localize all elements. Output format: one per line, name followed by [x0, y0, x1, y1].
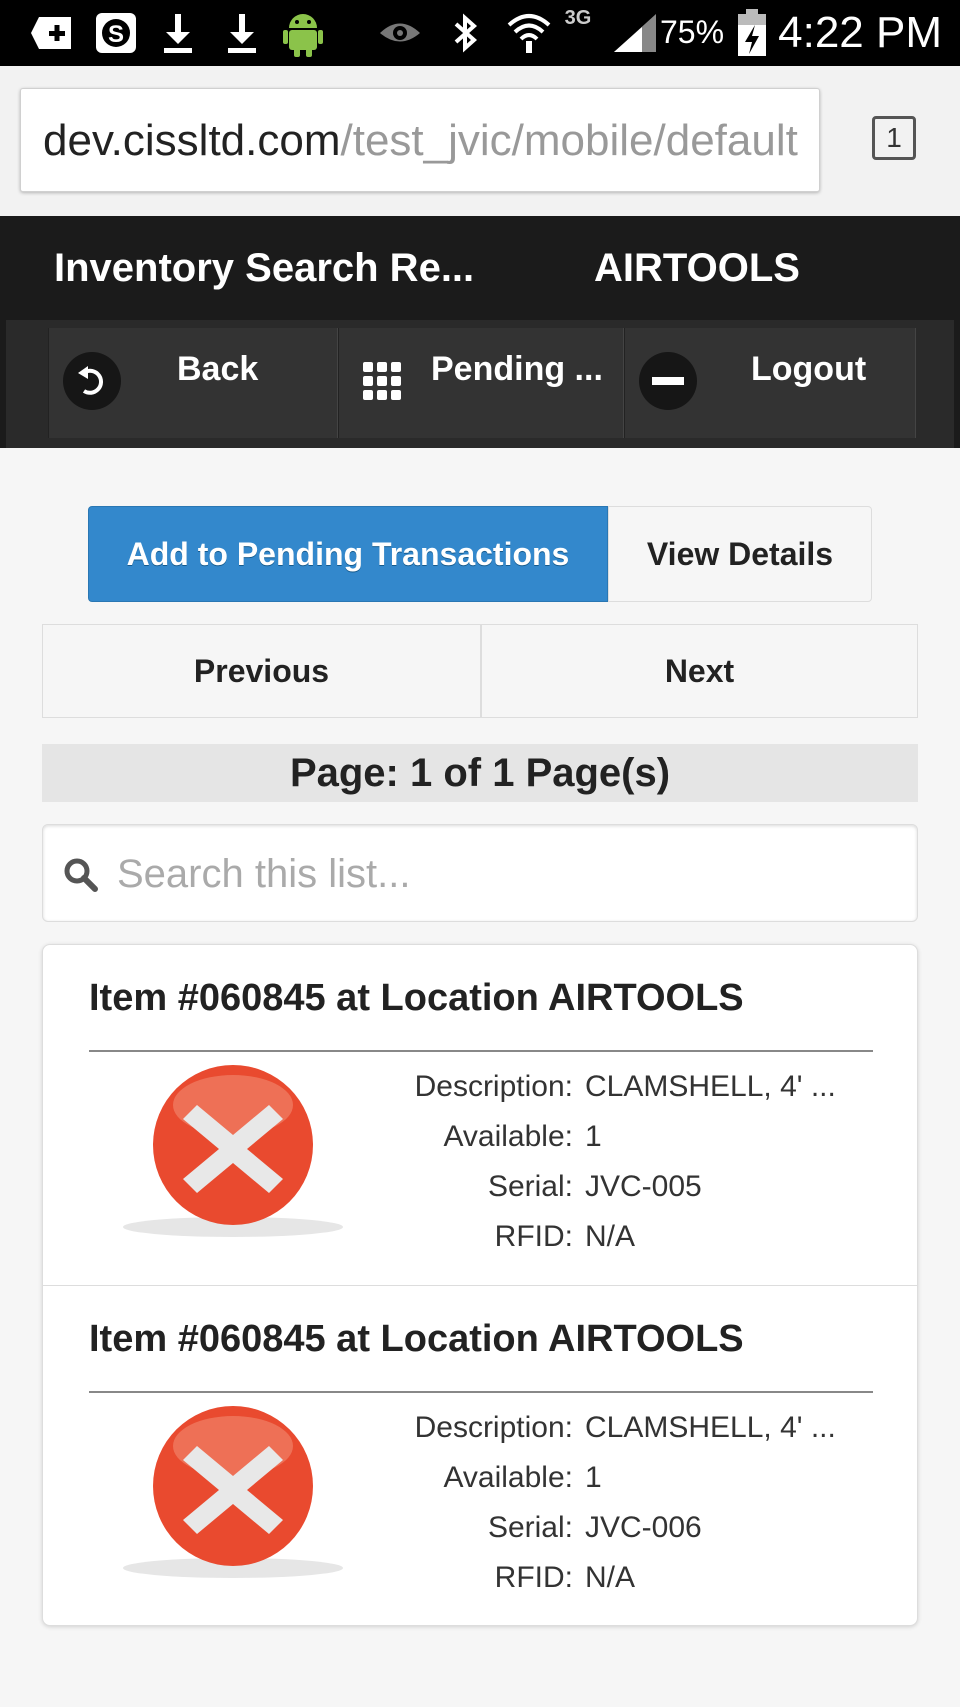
grid-icon [353, 352, 411, 410]
description-label: Description: [414, 1070, 573, 1103]
view-details-button[interactable]: View Details [608, 506, 872, 602]
results-list: Item #060845 at Location AIRTOOLS Descri… [42, 944, 918, 1626]
svg-text:S: S [108, 21, 124, 48]
search-icon [64, 858, 98, 892]
battery-percent: 75% [660, 14, 725, 50]
download-icon [222, 8, 262, 58]
add-icon [28, 8, 76, 58]
search-box [42, 824, 918, 922]
list-item[interactable]: Item #060845 at Location AIRTOOLS Descri… [43, 1286, 917, 1625]
available-value: 1 [585, 1461, 602, 1494]
list-item[interactable]: Item #060845 at Location AIRTOOLS Descri… [43, 945, 917, 1286]
rfid-label: RFID: [494, 1561, 573, 1594]
item-title: Item #060845 at Location AIRTOOLS [89, 977, 744, 1019]
item-fields: Description: CLAMSHELL, 4' ... Available:… [373, 1070, 893, 1270]
logout-label: Logout [751, 350, 867, 388]
download-icon [158, 8, 198, 58]
rfid-value: N/A [585, 1220, 636, 1253]
wifi-icon [503, 8, 555, 58]
available-value: 1 [585, 1120, 602, 1153]
red-x-icon [123, 1065, 343, 1237]
logout-button[interactable]: Logout [624, 328, 916, 438]
nav-bar: Back Pending ... Logout [6, 320, 954, 448]
battery-charging-icon [732, 8, 772, 58]
item-title: Item #060845 at Location AIRTOOLS [89, 1318, 744, 1360]
browser-toolbar: dev.cissltd.com/test_jvic/mobile/default… [0, 66, 960, 216]
serial-label: Serial: [487, 1511, 573, 1544]
app-header: Inventory Search Re... AIRTOOLS Back Pen… [0, 216, 960, 448]
next-button[interactable]: Next [481, 624, 918, 718]
network-type: 3G [564, 6, 592, 29]
pending-button[interactable]: Pending ... [338, 328, 624, 438]
rfid-label: RFID: [494, 1220, 573, 1253]
page-indicator: Page: 1 of 1 Page(s) [42, 744, 918, 802]
serial-value: JVC-006 [585, 1511, 702, 1544]
minus-icon [639, 352, 697, 410]
previous-button[interactable]: Previous [42, 624, 481, 718]
rfid-value: N/A [585, 1561, 636, 1594]
divider [89, 1391, 873, 1393]
description-value: CLAMSHELL, 4' ... [585, 1070, 836, 1103]
description-value: CLAMSHELL, 4' ... [585, 1411, 836, 1444]
status-bar: S 3G 75% 4:22 PM [0, 0, 960, 66]
url-host: dev.cissltd.com [43, 116, 341, 165]
item-fields: Description: CLAMSHELL, 4' ... Available:… [373, 1411, 893, 1611]
description-label: Description: [414, 1411, 573, 1444]
item-actions: Add to Pending Transactions View Details [88, 506, 872, 602]
clock: 4:22 PM [778, 8, 942, 57]
available-label: Available: [443, 1461, 573, 1494]
available-label: Available: [443, 1120, 573, 1153]
serial-value: JVC-005 [585, 1170, 702, 1203]
url-path: /test_jvic/mobile/default [340, 116, 798, 165]
page-title: Inventory Search Re... [54, 246, 475, 290]
skype-icon: S [92, 8, 140, 58]
back-button[interactable]: Back [48, 328, 338, 438]
pager: Previous Next [42, 624, 918, 718]
add-to-pending-button[interactable]: Add to Pending Transactions [88, 506, 608, 602]
divider [89, 1050, 873, 1052]
pending-label: Pending ... [431, 350, 603, 388]
back-arrow-icon [63, 352, 121, 410]
signal-icon [610, 8, 660, 58]
search-input[interactable] [115, 835, 899, 913]
android-icon [278, 8, 328, 58]
eye-icon [376, 8, 424, 58]
serial-label: Serial: [487, 1170, 573, 1203]
tab-switcher-button[interactable]: 1 [872, 116, 916, 160]
red-x-icon [123, 1406, 343, 1578]
back-label: Back [177, 350, 259, 388]
location-title: AIRTOOLS [594, 246, 800, 290]
bluetooth-icon [448, 8, 484, 58]
url-bar[interactable]: dev.cissltd.com/test_jvic/mobile/default [20, 88, 820, 192]
